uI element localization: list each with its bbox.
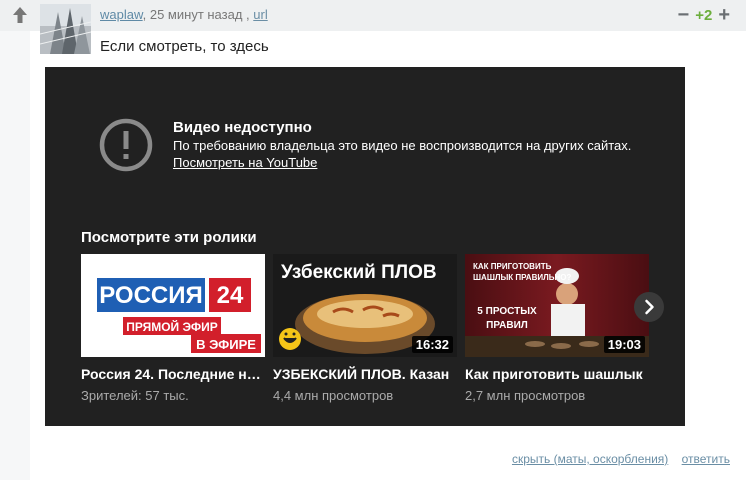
hide-comment-link[interactable]: скрыть (маты, оскорбления) bbox=[512, 452, 668, 466]
chevron-right-icon bbox=[645, 299, 654, 315]
url-link[interactable]: url bbox=[253, 7, 267, 22]
thumb-text-onair: В ЭФИРЕ bbox=[196, 337, 256, 352]
minus-icon[interactable]: − bbox=[678, 5, 690, 25]
next-videos-button[interactable] bbox=[634, 292, 664, 322]
comment-meta: waplaw, 25 минут назад , url bbox=[100, 7, 268, 22]
thumb-text-how: КАК ПРИГОТОВИТЬ bbox=[473, 262, 552, 271]
comment-time: , 25 минут назад , bbox=[142, 7, 254, 22]
video-card[interactable]: РОССИЯ 24 ПРЯМОЙ ЭФИР В ЭФИРЕ Россия 24.… bbox=[81, 254, 265, 403]
video-title[interactable]: Как приготовить шашлык bbox=[465, 366, 649, 382]
smile-logo-icon bbox=[279, 328, 301, 350]
unavailable-text: По требованию владельца это видео не вос… bbox=[173, 138, 632, 153]
score: +2 bbox=[695, 6, 713, 24]
video-views: Зрителей: 57 тыс. bbox=[81, 388, 189, 403]
comment-text: Если смотреть, то здесь bbox=[100, 38, 269, 55]
thumb-text-five: 5 ПРОСТЫХ bbox=[477, 306, 537, 317]
thumb-text-live: ПРЯМОЙ ЭФИР bbox=[126, 319, 218, 334]
youtube-embed[interactable]: Видео недоступно По требованию владельца… bbox=[45, 67, 685, 426]
warning-icon bbox=[99, 118, 153, 172]
video-views: 2,7 млн просмотров bbox=[465, 388, 586, 403]
video-duration: 19:03 bbox=[603, 336, 645, 353]
video-thumbnail[interactable]: РОССИЯ 24 ПРЯМОЙ ЭФИР В ЭФИРЕ bbox=[81, 254, 265, 357]
thumb-text-russia: РОССИЯ bbox=[99, 282, 203, 309]
thumb-text-rules: ПРАВИЛ bbox=[486, 320, 528, 331]
plus-icon[interactable]: + bbox=[718, 5, 730, 25]
unavailable-title: Видео недоступно bbox=[173, 119, 312, 136]
thumb-text-24: 24 bbox=[217, 282, 244, 309]
reply-link[interactable]: ответить bbox=[682, 452, 730, 466]
video-card[interactable]: КАК ПРИГОТОВИТЬ ШАШЛЫК ПРАВИЛЬНО? 5 ПРОС… bbox=[465, 254, 649, 403]
video-thumbnail[interactable]: КАК ПРИГОТОВИТЬ ШАШЛЫК ПРАВИЛЬНО? 5 ПРОС… bbox=[465, 254, 649, 357]
author-link[interactable]: waplaw bbox=[100, 7, 143, 22]
vote-controls: − +2 + bbox=[678, 5, 730, 25]
video-views: 4,4 млн просмотров bbox=[273, 388, 394, 403]
video-duration: 16:32 bbox=[411, 336, 453, 353]
video-thumbnail[interactable]: Узбекский ПЛОВ 16:32 bbox=[273, 254, 457, 357]
video-card[interactable]: Узбекский ПЛОВ 16:32 УЗБЕКСКИЙ ПЛОВ. Каз… bbox=[273, 254, 457, 403]
thumb-text-shashlik: ШАШЛЫК ПРАВИЛЬНО? bbox=[473, 273, 571, 282]
comment: waplaw, 25 минут назад , url − +2 + Если… bbox=[0, 0, 746, 480]
thread-line bbox=[0, 31, 30, 480]
unavailable-desc: По требованию владельца это видео не вос… bbox=[173, 137, 643, 171]
comment-actions: скрыть (маты, оскорбления) ответить bbox=[502, 452, 730, 466]
video-title[interactable]: УЗБЕКСКИЙ ПЛОВ. Казан bbox=[273, 366, 457, 382]
watch-on-youtube-link[interactable]: Посмотреть на YouTube bbox=[173, 155, 317, 170]
thumb-text-plov: Узбекский ПЛОВ bbox=[281, 262, 437, 283]
video-title[interactable]: Россия 24. Последние новости bbox=[81, 366, 265, 382]
suggestions-title: Посмотрите эти ролики bbox=[81, 229, 257, 246]
avatar[interactable] bbox=[40, 4, 91, 54]
up-arrow-icon[interactable] bbox=[12, 6, 28, 24]
